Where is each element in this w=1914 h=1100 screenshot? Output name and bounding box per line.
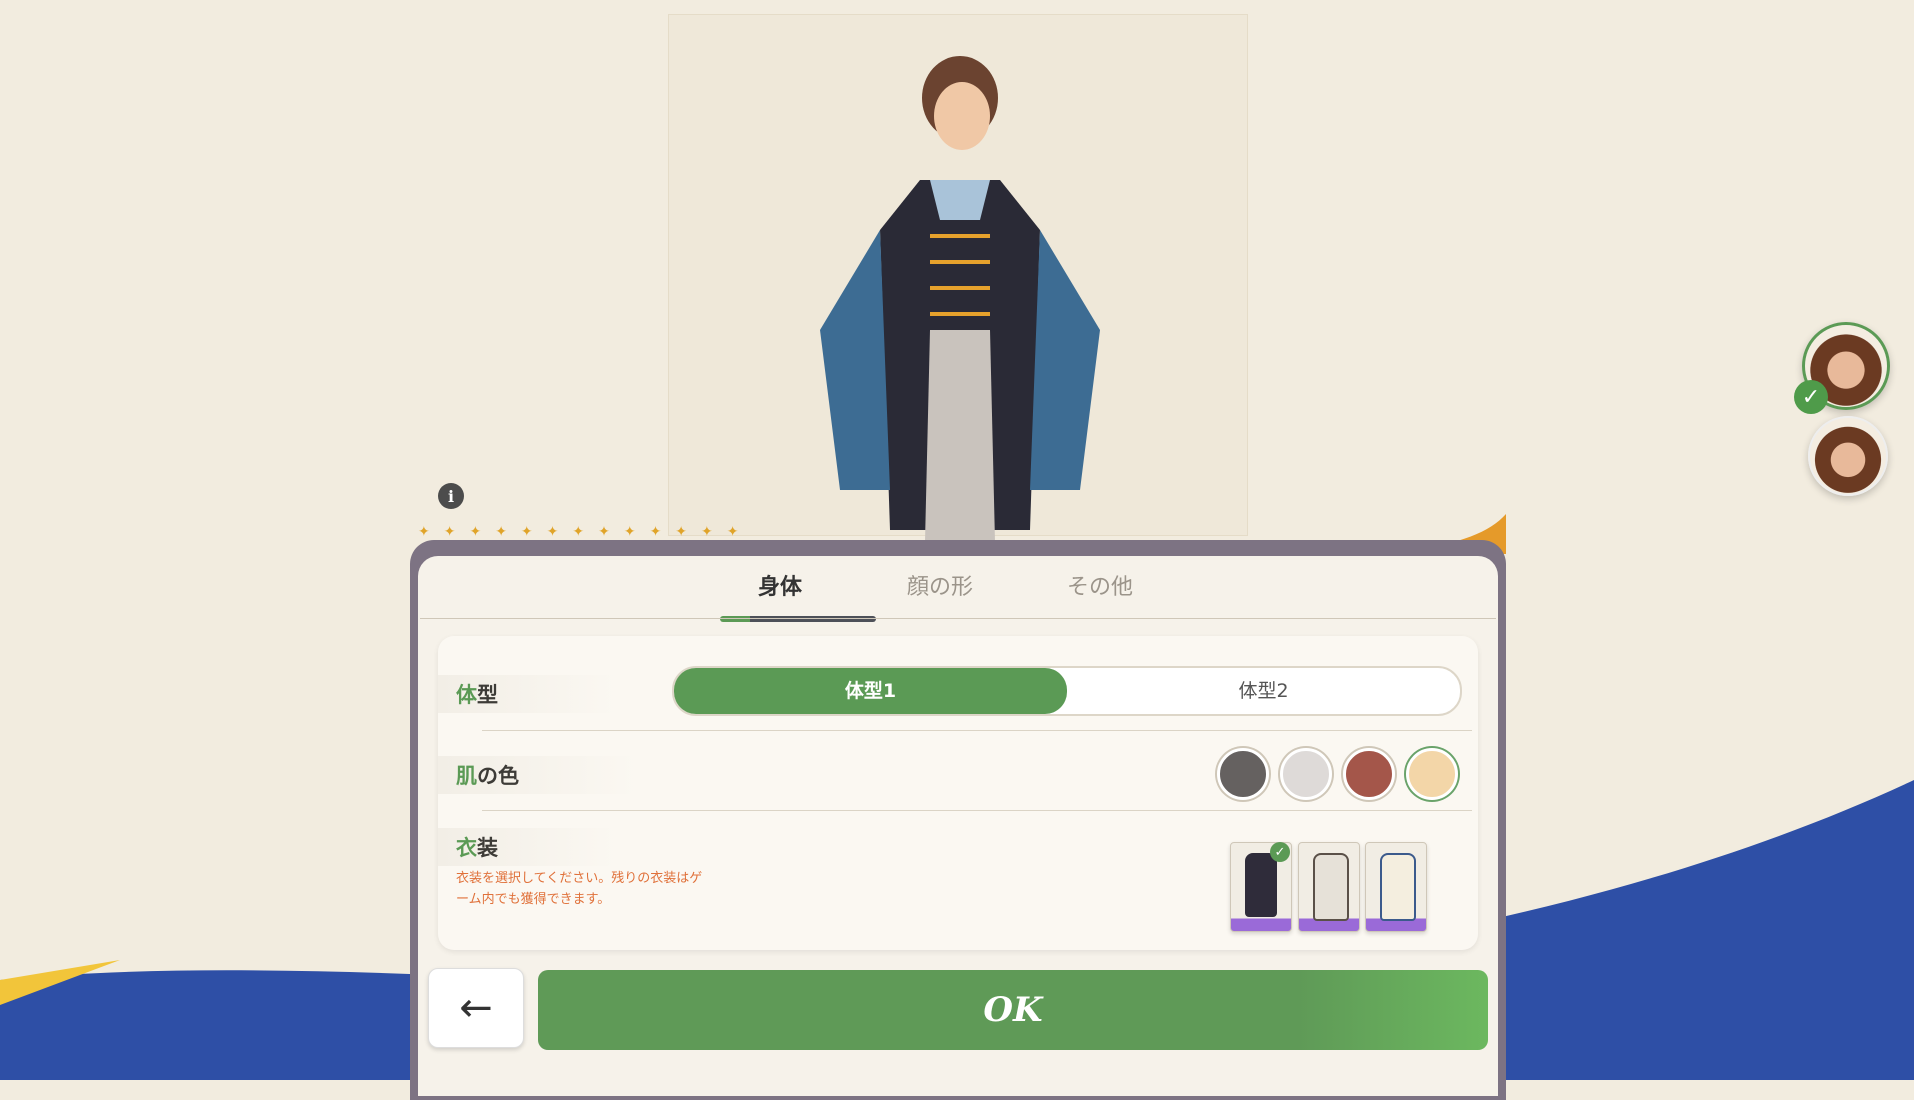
- back-button[interactable]: ←: [428, 968, 524, 1048]
- body-type-selector: 体型1 体型2: [672, 666, 1462, 716]
- arrow-left-icon: ←: [459, 985, 493, 1031]
- tab-body[interactable]: 身体: [700, 568, 876, 622]
- avatar-female[interactable]: [1808, 416, 1888, 496]
- skin-swatch-peach[interactable]: [1406, 748, 1458, 800]
- body-type-option-2[interactable]: 体型2: [1067, 668, 1460, 714]
- divider: [482, 730, 1472, 731]
- outfit-item-3[interactable]: [1365, 842, 1427, 932]
- info-icon[interactable]: i: [438, 483, 464, 509]
- ok-label: OK: [983, 990, 1043, 1030]
- costume-label: 衣装: [438, 828, 618, 866]
- skin-swatch-gray[interactable]: [1217, 748, 1269, 800]
- tab-face-shape[interactable]: 顔の形: [860, 568, 1020, 618]
- skin-color-label: 肌の色: [438, 756, 639, 794]
- body-type-option-1[interactable]: 体型1: [674, 668, 1067, 714]
- ok-button[interactable]: OK: [538, 970, 1488, 1050]
- check-icon: ✓: [1270, 842, 1290, 862]
- tab-divider: [420, 618, 1496, 619]
- check-icon: ✓: [1794, 380, 1828, 414]
- skin-swatch-light[interactable]: [1280, 748, 1332, 800]
- body-type-label: 体型: [438, 675, 618, 713]
- tab-bar: 身体 顔の形 その他: [700, 568, 1180, 622]
- costume-note: 衣装を選択してください。残りの衣装はゲーム内でも獲得できます。: [456, 871, 703, 907]
- divider: [482, 810, 1472, 811]
- tab-other[interactable]: その他: [1020, 568, 1180, 618]
- character-portrait: [820, 56, 1100, 542]
- outfit-item-2[interactable]: [1298, 842, 1360, 932]
- skin-swatch-brown[interactable]: [1343, 748, 1395, 800]
